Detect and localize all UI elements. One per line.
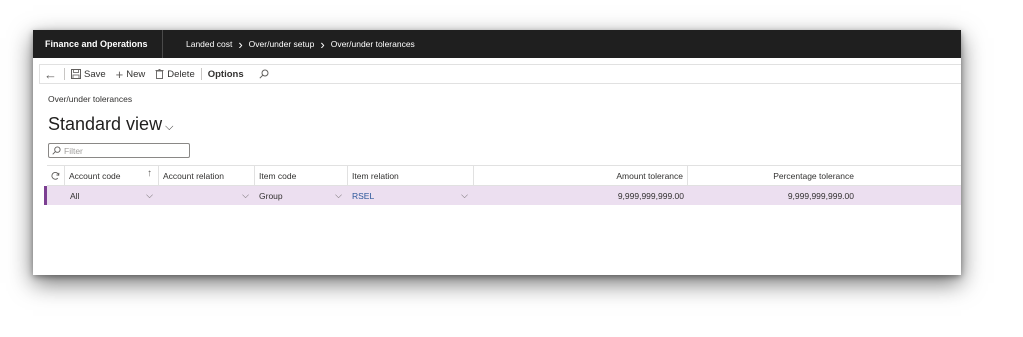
save-button[interactable]: Save [66, 69, 111, 80]
chevron-down-icon: ⌵ [146, 190, 153, 200]
sort-ascending-icon: ↑ [147, 168, 152, 179]
divider [200, 68, 202, 80]
page-caption: Over/under tolerances [48, 94, 133, 104]
delete-button[interactable]: Delete [150, 69, 199, 80]
breadcrumb-item[interactable]: Landed cost [186, 39, 232, 49]
save-icon [71, 69, 81, 79]
breadcrumb: Landed cost › Over/under setup › Over/un… [186, 30, 415, 58]
filter-input[interactable]: Filter [48, 143, 190, 158]
column-header-label: Account relation [163, 170, 224, 181]
column-header-label: Amount tolerance [616, 170, 683, 181]
delete-label: Delete [167, 68, 195, 80]
nav-bar: Finance and Operations Landed cost › Ove… [33, 30, 961, 58]
column-header-label: Item code [259, 170, 297, 181]
amount-tolerance-field[interactable]: 9,999,999,999.00 [474, 186, 688, 205]
search-icon[interactable] [249, 69, 274, 79]
filter-placeholder: Filter [64, 145, 83, 156]
account-code-value: All [70, 190, 80, 201]
new-button[interactable]: + New [111, 67, 151, 82]
save-label: Save [84, 68, 106, 80]
table-row[interactable]: All ⌵ ⌵ Group ⌵ RSEL ⌵ 9,999,999,999.00 … [44, 186, 961, 205]
column-header-item-relation[interactable]: Item relation [348, 166, 474, 185]
item-relation-value[interactable]: RSEL [352, 191, 374, 201]
column-header-label: Account code [69, 170, 121, 181]
item-code-value: Group [259, 190, 283, 201]
divider [64, 68, 65, 80]
breadcrumb-item[interactable]: Over/under setup [249, 39, 315, 49]
options-button[interactable]: Options [203, 69, 249, 80]
percentage-tolerance-value: 9,999,999,999.00 [787, 190, 854, 201]
chevron-down-icon: ⌵ [165, 120, 174, 133]
item-relation-select[interactable]: RSEL ⌵ [348, 186, 474, 205]
trash-icon [155, 69, 164, 79]
tolerances-grid: Account code ↑ Account relation Item cod… [44, 165, 961, 205]
column-header-label: Percentage tolerance [773, 170, 854, 181]
item-code-select[interactable]: Group ⌵ [255, 186, 348, 205]
chevron-down-icon: ⌵ [242, 190, 249, 200]
chevron-down-icon: ⌵ [335, 190, 342, 200]
view-selector[interactable]: Standard view ⌵ [48, 114, 173, 135]
column-header-account-code[interactable]: Account code ↑ [65, 166, 159, 185]
column-header-percentage-tolerance[interactable]: Percentage tolerance [688, 166, 858, 185]
app-window: Finance and Operations Landed cost › Ove… [33, 30, 961, 275]
column-header-item-code[interactable]: Item code [255, 166, 348, 185]
percentage-tolerance-field[interactable]: 9,999,999,999.00 [688, 186, 858, 205]
action-pane: ← Save + New Delete Options [39, 64, 961, 84]
search-icon [52, 146, 61, 155]
account-relation-select[interactable]: ⌵ [159, 186, 255, 205]
chevron-right-icon: › [320, 36, 325, 52]
back-arrow-icon[interactable]: ← [40, 67, 63, 82]
page-title: Standard view [48, 114, 163, 134]
amount-tolerance-value: 9,999,999,999.00 [617, 190, 684, 201]
account-code-select[interactable]: All ⌵ [65, 186, 159, 205]
breadcrumb-item[interactable]: Over/under tolerances [331, 39, 415, 49]
column-header-label: Item relation [352, 170, 399, 181]
chevron-right-icon: › [238, 36, 243, 52]
new-label: New [126, 68, 146, 80]
grid-header-row: Account code ↑ Account relation Item cod… [47, 165, 961, 186]
refresh-icon[interactable] [47, 166, 65, 185]
column-header-account-relation[interactable]: Account relation [159, 166, 255, 185]
column-header-amount-tolerance[interactable]: Amount tolerance [474, 166, 688, 185]
plus-icon: + [115, 66, 124, 82]
app-name[interactable]: Finance and Operations [33, 30, 163, 58]
chevron-down-icon: ⌵ [461, 190, 468, 200]
